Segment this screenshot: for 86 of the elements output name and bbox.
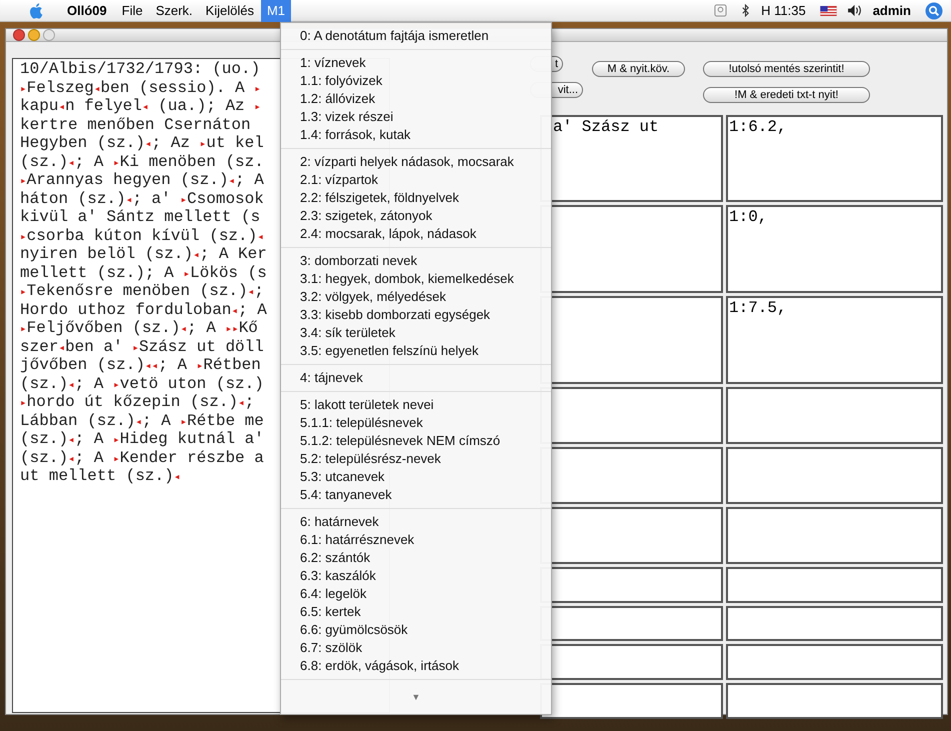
text-line: jővőben (sz.)◂◂; A ▸Rétben [20, 356, 261, 374]
volume-icon[interactable] [846, 4, 864, 17]
menu-item[interactable]: 0: A denotátum fajtája ismeretlen [281, 27, 489, 45]
menu-item[interactable]: 2.3: szigetek, zátonyok [281, 207, 432, 225]
menu-item[interactable]: 3.1: hegyek, dombok, kiemelkedések [281, 270, 514, 288]
text-line: ▸hordo út kőzepin (sz.)◂; [20, 393, 254, 412]
menu-item[interactable]: 1.4: források, kutak [281, 126, 411, 144]
text-line: (sz.)◂; A ▸vetö uton (sz.) [20, 374, 264, 393]
table-cell[interactable] [726, 387, 943, 444]
table-cell[interactable] [726, 447, 943, 504]
table-cell[interactable] [726, 683, 943, 719]
menu-item[interactable]: 6: határnevek [281, 513, 379, 531]
menu-title[interactable]: File [116, 0, 149, 22]
apple-logo-icon[interactable] [29, 2, 45, 20]
menu-item[interactable]: 3.2: völgyek, mélyedések [281, 288, 446, 306]
menu-item[interactable]: 6.5: kertek [281, 603, 361, 621]
menu-title[interactable]: Szerk. [150, 0, 199, 22]
text-line: (sz.)◂; A ▸Kender részbe a [20, 448, 264, 467]
menu-item[interactable]: 5.3: utcanevek [281, 468, 385, 486]
text-line: mellett (sz.); A ▸Lökös (s [20, 264, 267, 282]
table-cell[interactable] [726, 606, 943, 641]
bluetooth-icon[interactable] [741, 4, 750, 17]
text-line: szer◂ben a' ▸Szász ut döll [20, 338, 264, 356]
table-cell[interactable]: 1:0, [726, 205, 943, 293]
open-original-button[interactable]: !M & eredeti txt-t nyit! [703, 87, 870, 103]
menu-item[interactable]: 5.2: településrész-nevek [281, 450, 441, 468]
menu-item[interactable]: 6.3: kaszálók [281, 567, 376, 585]
revert-to-saved-button[interactable]: !utolsó mentés szerintit! [703, 61, 870, 77]
menu-item[interactable]: 5.1.2: településnevek NEM címszó [281, 432, 500, 450]
menu-item[interactable]: 2.4: mocsarak, lápok, nádasok [281, 225, 476, 243]
menu-item[interactable]: 1: víznevek [281, 54, 366, 72]
menu-item[interactable]: 6.8: erdök, vágások, irtások [281, 657, 459, 675]
text-line: Lábban (sz.)◂; A ▸Rétbe me [20, 412, 264, 430]
text-line: Hordo uthoz forduloban◂; A [20, 300, 267, 319]
search-icon[interactable] [925, 2, 943, 20]
clock[interactable]: H 11:35 [761, 0, 806, 20]
text-line: háton (sz.)◂; a' ▸Csomosok [20, 190, 264, 208]
menu-item[interactable]: 6.4: legelök [281, 585, 366, 603]
menu-item[interactable]: 5.1.1: településnevek [281, 414, 423, 432]
script-icon[interactable] [714, 4, 728, 17]
table-cell[interactable]: 1:7.5, [726, 296, 943, 384]
flag-icon[interactable] [820, 6, 837, 16]
text-line: nyiren belöl (sz.)◂; A Ker [20, 245, 267, 264]
menu-item[interactable]: 2.1: vízpartok [281, 171, 378, 189]
menu-item[interactable]: 6.2: szántók [281, 549, 370, 567]
text-line: 10/Albis/1732/1793: (uo.) [20, 60, 260, 78]
menu-item[interactable]: 2.2: félszigetek, földnyelvek [281, 189, 459, 207]
menu-item[interactable]: 1.1: folyóvizek [281, 72, 382, 90]
table-cell[interactable] [726, 567, 943, 603]
menu-item[interactable]: 6.6: gyümölcsösök [281, 621, 408, 639]
text-line: kapu◂n felyel◂ (ua.); Az ▸ [20, 97, 261, 116]
menu-item[interactable]: 3: domborzati nevek [281, 252, 418, 270]
menu-item[interactable]: 3.4: sík területek [281, 324, 396, 342]
text-line: ut mellett (sz.)◂ [20, 467, 180, 486]
text-line: kertre menőben Csernáton [20, 116, 251, 134]
menu-item[interactable]: 1.2: állóvizek [281, 90, 376, 108]
menu-item[interactable]: 5: lakott területek nevei [281, 396, 434, 414]
text-line: ▸Felszeg◂ben (sessio). A ▸ [20, 78, 261, 97]
text-line: ▸csorba kúton kívül (sz.)◂ [20, 226, 264, 245]
menu-item[interactable]: 1.3: vizek részei [281, 108, 394, 126]
menu-title[interactable]: M1 [260, 0, 292, 22]
menu-item[interactable]: 6.1: határrésznevek [281, 531, 414, 549]
menu-title[interactable]: Kijelölés [200, 0, 260, 22]
menu-item[interactable]: 2: vízparti helyek nádasok, mocsarak [281, 153, 514, 171]
scroll-down-arrow[interactable]: ▼ [412, 692, 420, 702]
text-line: Hegyben (sz.)◂; Az ▸ut kel [20, 134, 264, 152]
menu-item[interactable]: 5.4: tanyanevek [281, 486, 392, 504]
menu-item[interactable]: 4: tájnevek [281, 369, 363, 387]
user-name[interactable]: admin [872, 0, 911, 20]
text-line: kivül a' Sántz mellett (s [20, 208, 260, 226]
text-line: (sz.)◂; A ▸Hideg kutnál a' [20, 430, 264, 448]
save-open-next-button[interactable]: M & nyit.köv. [592, 61, 685, 77]
table-cell[interactable] [726, 644, 943, 680]
table-cell[interactable]: 1:6.2, [726, 115, 943, 202]
minimize-button[interactable] [28, 29, 40, 41]
menu-item[interactable]: 3.5: egyenetlen felszínü helyek [281, 342, 479, 360]
menu-item[interactable]: 6.7: szölök [281, 639, 362, 657]
table-cell[interactable] [726, 507, 943, 564]
text-line: ▸Feljővőben (sz.)◂; A ▸▸Kő [20, 319, 258, 338]
menu-item[interactable]: 3.3: kisebb domborzati egységek [281, 306, 490, 324]
text-line: ▸Tekenősre menöben (sz.)◂; [20, 282, 264, 300]
table-cell[interactable] [540, 683, 723, 719]
text-line: ▸Arannyas hegyen (sz.)◂; A [20, 171, 264, 190]
close-button[interactable] [13, 29, 25, 41]
text-line: (sz.)◂; A ▸Ki menöben (sz. [20, 152, 264, 171]
app-menu[interactable]: Olló09 [62, 0, 112, 20]
